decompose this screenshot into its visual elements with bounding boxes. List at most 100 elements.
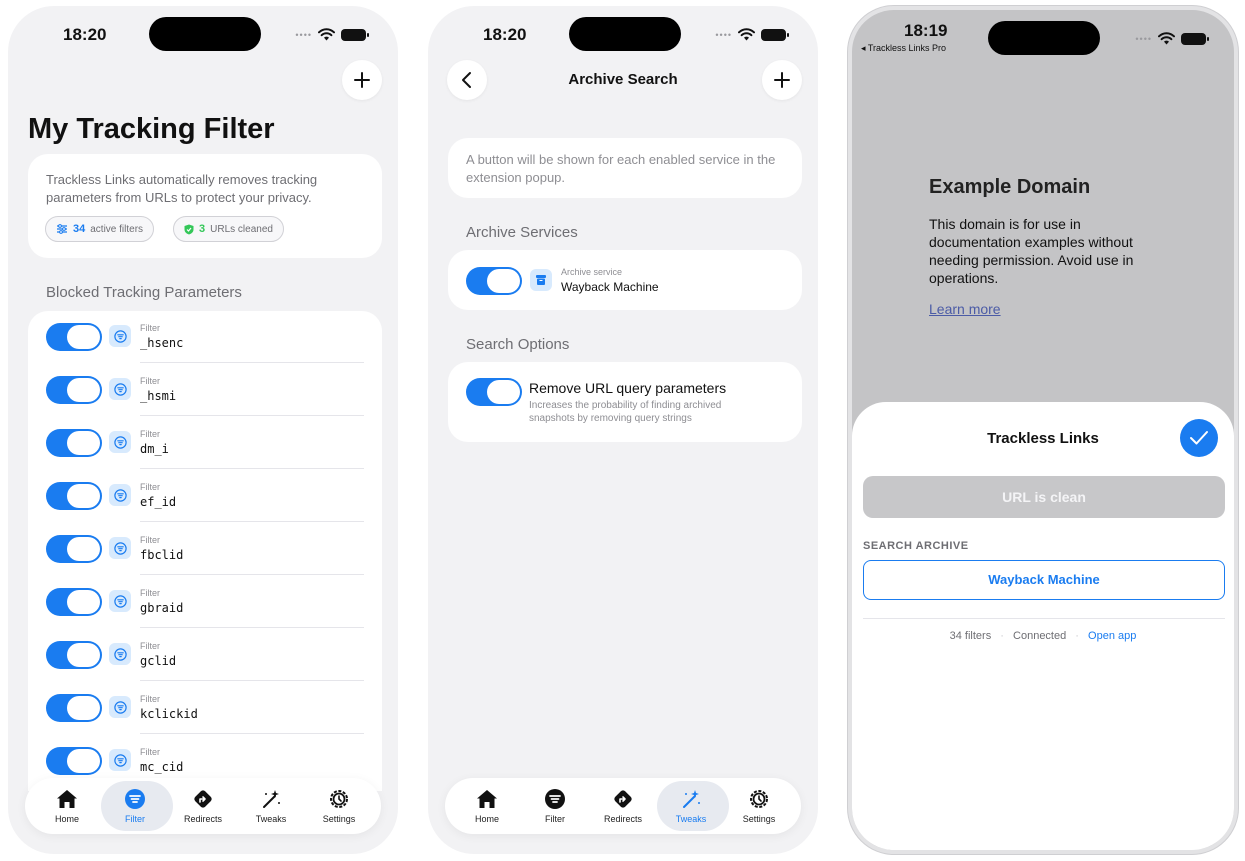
section-title-archive-services: Archive Services bbox=[466, 224, 578, 241]
row-divider bbox=[140, 733, 364, 734]
system-indicators: •••• bbox=[295, 28, 369, 41]
row-divider bbox=[140, 627, 364, 628]
intro-text: Trackless Links automatically removes tr… bbox=[46, 172, 318, 205]
footer-filter-count: 34 filters bbox=[949, 630, 992, 642]
row-divider bbox=[140, 415, 364, 416]
web-page-title: Example Domain bbox=[929, 176, 1091, 198]
tab-settings[interactable]: Settings bbox=[725, 778, 793, 834]
page-title: My Tracking Filter bbox=[28, 113, 275, 145]
filter-name: _hsenc bbox=[140, 336, 184, 350]
filter-row: Filter dm_i bbox=[28, 429, 382, 482]
phone-screen-filter: 18:20 •••• My Tracking Filter Trackless … bbox=[8, 6, 398, 854]
filter-name: gclid bbox=[140, 654, 177, 668]
urls-cleaned-label: URLs cleaned bbox=[210, 223, 273, 235]
tab-home[interactable]: Home bbox=[33, 778, 101, 834]
signal-icon: •••• bbox=[715, 29, 732, 40]
add-filter-button[interactable] bbox=[342, 60, 382, 100]
filter-row-label: Filter bbox=[140, 323, 160, 333]
filter-toggle[interactable] bbox=[46, 482, 102, 510]
tab-label: Home bbox=[54, 814, 79, 824]
filter-name: gbraid bbox=[140, 601, 184, 615]
row-divider bbox=[140, 362, 364, 363]
wifi-icon bbox=[318, 28, 335, 41]
dynamic-island bbox=[149, 17, 261, 51]
filter-row-label: Filter bbox=[140, 482, 160, 492]
tab-label: Home bbox=[474, 814, 499, 824]
tab-redirects[interactable]: Redirects bbox=[589, 778, 657, 834]
tab-label: Tweaks bbox=[675, 814, 707, 824]
phone-screen-archive-search: 18:20 •••• Archive Search A button will … bbox=[428, 6, 818, 854]
tab-bar: Home Filter Redirects Tweaks Settings bbox=[445, 778, 801, 834]
confirm-button[interactable] bbox=[1180, 419, 1218, 457]
status-time: 18:20 bbox=[63, 25, 107, 44]
filter-badge-icon bbox=[109, 749, 131, 771]
tab-tweaks[interactable]: Tweaks bbox=[237, 778, 305, 834]
filter-name: ef_id bbox=[140, 495, 177, 509]
tab-redirects[interactable]: Redirects bbox=[169, 778, 237, 834]
filter-name: kclickid bbox=[140, 707, 198, 721]
filter-toggle[interactable] bbox=[46, 694, 102, 722]
tab-bar: Home Filter Redirects Tweaks Settings bbox=[25, 778, 381, 834]
battery-icon bbox=[761, 28, 789, 41]
tab-settings[interactable]: Settings bbox=[305, 778, 373, 834]
urls-cleaned-count: 3 bbox=[199, 223, 206, 235]
footer-separator: · bbox=[1000, 630, 1004, 642]
tab-filter[interactable]: Filter bbox=[521, 778, 589, 834]
filter-toggle[interactable] bbox=[46, 641, 102, 669]
filter-name: mc_cid bbox=[140, 760, 184, 774]
filter-badge-icon bbox=[109, 537, 131, 559]
intro-card: Trackless Links automatically removes tr… bbox=[28, 154, 382, 258]
checkmark-icon bbox=[1190, 431, 1208, 445]
service-sub-label: Archive service bbox=[561, 267, 623, 277]
urls-cleaned-chip: 3 URLs cleaned bbox=[173, 216, 284, 242]
status-time: 18:20 bbox=[483, 25, 527, 44]
shield-check-icon bbox=[184, 224, 194, 234]
info-card: A button will be shown for each enabled … bbox=[448, 138, 802, 198]
plus-icon bbox=[354, 72, 370, 88]
filter-row: Filter ef_id bbox=[28, 482, 382, 535]
active-filters-count: 34 bbox=[73, 223, 86, 235]
filter-row: Filter gclid bbox=[28, 641, 382, 694]
sheet-footer: 34 filters · Connected · Open app bbox=[852, 630, 1234, 642]
filter-badge-icon bbox=[109, 325, 131, 347]
row-divider bbox=[140, 680, 364, 681]
section-title-blocked: Blocked Tracking Parameters bbox=[46, 284, 242, 301]
wayback-toggle[interactable] bbox=[466, 267, 522, 295]
option-title: Remove URL query parameters bbox=[529, 380, 727, 396]
back-to-app-link[interactable]: ◂ Trackless Links Pro bbox=[861, 43, 946, 54]
filter-name: fbclid bbox=[140, 548, 184, 562]
status-bar: 18:20 •••• bbox=[428, 6, 818, 64]
tab-home[interactable]: Home bbox=[453, 778, 521, 834]
filter-toggle[interactable] bbox=[46, 323, 102, 351]
filter-toggle[interactable] bbox=[46, 429, 102, 457]
sliders-icon bbox=[57, 224, 67, 234]
url-clean-status-button: URL is clean bbox=[863, 476, 1225, 518]
wayback-machine-button[interactable]: Wayback Machine bbox=[863, 560, 1225, 600]
dynamic-island bbox=[569, 17, 681, 51]
tab-filter[interactable]: Filter bbox=[101, 778, 173, 834]
tab-label: Settings bbox=[742, 814, 776, 824]
add-service-button[interactable] bbox=[762, 60, 802, 100]
filter-toggle[interactable] bbox=[46, 535, 102, 563]
learn-more-link[interactable]: Learn more bbox=[929, 301, 1001, 317]
filter-toggle[interactable] bbox=[46, 376, 102, 404]
filter-row-label: Filter bbox=[140, 641, 160, 651]
filter-toggle[interactable] bbox=[46, 747, 102, 775]
system-indicators: •••• bbox=[1135, 32, 1209, 45]
system-indicators: •••• bbox=[715, 28, 789, 41]
tab-tweaks[interactable]: Tweaks bbox=[657, 778, 729, 834]
remove-query-toggle[interactable] bbox=[466, 378, 522, 406]
tab-label: Tweaks bbox=[255, 814, 287, 824]
status-bar: 18:20 •••• bbox=[8, 6, 398, 64]
battery-icon bbox=[341, 28, 369, 41]
nav-title: Archive Search bbox=[568, 71, 678, 88]
web-page-body: This domain is for use in documentation … bbox=[929, 216, 1134, 286]
footer-divider bbox=[863, 618, 1225, 619]
signal-icon: •••• bbox=[1135, 33, 1152, 44]
filter-row-label: Filter bbox=[140, 694, 160, 704]
dynamic-island bbox=[988, 21, 1100, 55]
filter-toggle[interactable] bbox=[46, 588, 102, 616]
filter-row-label: Filter bbox=[140, 429, 160, 439]
service-row: Archive service Wayback Machine bbox=[448, 250, 802, 310]
open-app-link[interactable]: Open app bbox=[1088, 630, 1136, 642]
